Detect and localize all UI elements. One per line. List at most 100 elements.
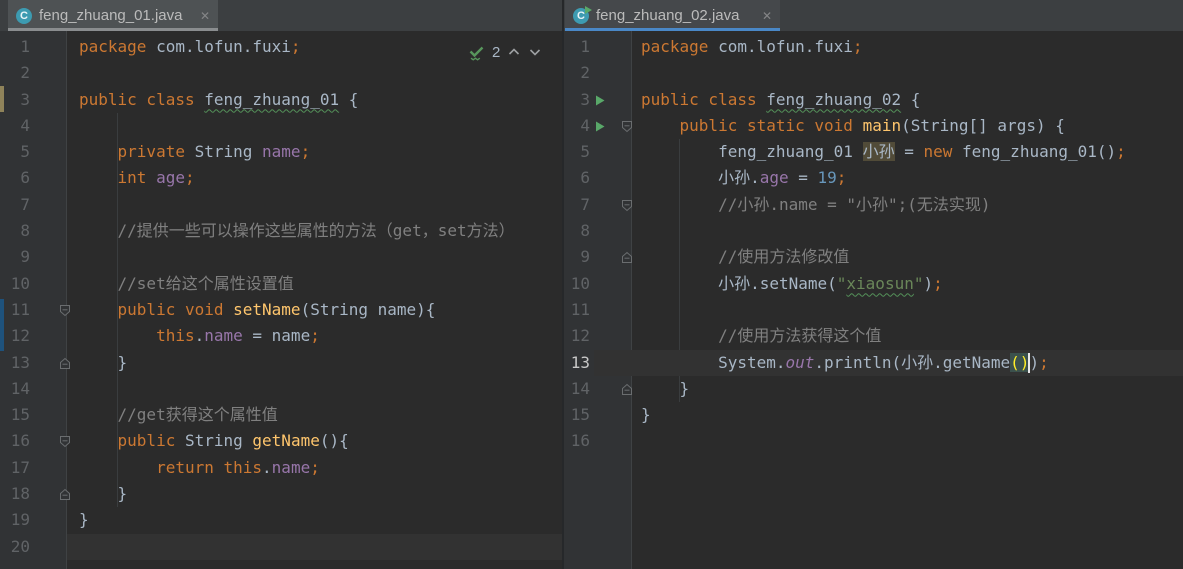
code-line[interactable]: 6 小孙.age = 19; xyxy=(564,165,1183,191)
code-line[interactable]: 7 xyxy=(0,192,562,218)
fold-expand-icon[interactable] xyxy=(59,357,71,370)
fold-expand-icon[interactable] xyxy=(621,383,633,396)
fold-collapse-icon[interactable] xyxy=(59,435,71,448)
code-line[interactable]: 12 this.name = name; xyxy=(0,323,562,349)
code-line[interactable]: 16 public String getName(){ xyxy=(0,428,562,454)
fold-gutter-button[interactable] xyxy=(59,304,71,317)
line-number[interactable]: 15 xyxy=(4,402,30,428)
line-number[interactable]: 14 xyxy=(568,376,590,402)
code-line[interactable]: 17 return this.name; xyxy=(0,455,562,481)
line-number[interactable]: 19 xyxy=(4,507,30,533)
line-number[interactable]: 3 xyxy=(4,87,30,113)
inspection-widget[interactable]: 2 xyxy=(468,42,542,62)
code-line[interactable]: 7 //小孙.name = "小孙";(无法实现) xyxy=(564,192,1183,218)
line-number[interactable]: 11 xyxy=(4,297,30,323)
line-number[interactable]: 12 xyxy=(568,323,590,349)
run-gutter-button[interactable] xyxy=(595,121,605,132)
line-number[interactable]: 9 xyxy=(568,244,590,270)
code-line[interactable]: 12 //使用方法获得这个值 xyxy=(564,323,1183,349)
code-line[interactable]: 18 } xyxy=(0,481,562,507)
tab-feng-zhuang-02[interactable]: C feng_zhuang_02.java ✕ xyxy=(565,0,780,31)
line-number[interactable]: 5 xyxy=(568,139,590,165)
line-number[interactable]: 16 xyxy=(4,428,30,454)
code-line[interactable]: 5 feng_zhuang_01 小孙 = new feng_zhuang_01… xyxy=(564,139,1183,165)
line-number[interactable]: 9 xyxy=(4,244,30,270)
code-line[interactable]: 10 小孙.setName("xiaosun"); xyxy=(564,271,1183,297)
code-line[interactable]: 9 xyxy=(0,244,562,270)
code-line[interactable]: 19} xyxy=(0,507,562,533)
code-line[interactable]: 11 public void setName(String name){ xyxy=(0,297,562,323)
run-icon[interactable] xyxy=(595,95,605,106)
line-number[interactable]: 5 xyxy=(4,139,30,165)
fold-expand-icon[interactable] xyxy=(59,488,71,501)
fold-expand-icon[interactable] xyxy=(621,251,633,264)
line-number[interactable]: 4 xyxy=(568,113,590,139)
code-line[interactable]: 15} xyxy=(564,402,1183,428)
code-line[interactable]: 16 xyxy=(564,428,1183,454)
line-number[interactable]: 7 xyxy=(568,192,590,218)
line-number[interactable]: 11 xyxy=(568,297,590,323)
line-number[interactable]: 10 xyxy=(4,271,30,297)
split-divider[interactable] xyxy=(562,0,564,569)
line-number[interactable]: 13 xyxy=(4,350,30,376)
code-line[interactable]: 14 } xyxy=(564,376,1183,402)
line-number[interactable]: 16 xyxy=(568,428,590,454)
chevron-up-icon[interactable] xyxy=(507,45,521,59)
editor-pane-right[interactable]: 1 package com.lofun.fuxi; 2 3 public class f… xyxy=(564,31,1183,569)
line-number[interactable]: 4 xyxy=(4,113,30,139)
run-gutter-button[interactable] xyxy=(595,95,605,106)
code-line[interactable]: 4 xyxy=(0,113,562,139)
fold-collapse-icon[interactable] xyxy=(621,199,633,212)
line-number[interactable]: 10 xyxy=(568,271,590,297)
code-line[interactable]: 3 public class feng_zhuang_02 { xyxy=(564,87,1183,113)
fold-collapse-icon[interactable] xyxy=(59,304,71,317)
code-line[interactable]: 8 //提供一些可以操作这些属性的方法（get，set方法） xyxy=(0,218,562,244)
fold-gutter-button[interactable] xyxy=(621,383,633,396)
line-number[interactable]: 3 xyxy=(568,87,590,113)
code-line[interactable]: 4 public static void main(String[] args)… xyxy=(564,113,1183,139)
code-line[interactable]: 9 //使用方法修改值 xyxy=(564,244,1183,270)
fold-gutter-button[interactable] xyxy=(621,199,633,212)
line-number[interactable]: 14 xyxy=(4,376,30,402)
code-line[interactable]: 2 xyxy=(564,60,1183,86)
code-line[interactable]: 6 int age; xyxy=(0,165,562,191)
line-number[interactable]: 1 xyxy=(4,34,30,60)
code-line[interactable]: 5 private String name; xyxy=(0,139,562,165)
close-icon[interactable]: ✕ xyxy=(200,10,210,22)
line-number[interactable]: 2 xyxy=(4,60,30,86)
fold-gutter-button[interactable] xyxy=(59,488,71,501)
fold-gutter-button[interactable] xyxy=(59,357,71,370)
fold-gutter-button[interactable] xyxy=(621,251,633,264)
close-icon[interactable]: ✕ xyxy=(762,10,772,22)
line-number[interactable]: 17 xyxy=(4,455,30,481)
editor-pane-left[interactable]: 1 package com.lofun.fuxi; 2 3 public class f… xyxy=(0,31,562,569)
line-number[interactable]: 15 xyxy=(568,402,590,428)
line-number[interactable]: 1 xyxy=(568,34,590,60)
code-line[interactable]: 1 package com.lofun.fuxi; xyxy=(564,34,1183,60)
tab-feng-zhuang-01[interactable]: C feng_zhuang_01.java ✕ xyxy=(8,0,218,31)
line-number[interactable]: 8 xyxy=(568,218,590,244)
fold-collapse-icon[interactable] xyxy=(621,120,633,133)
code-line[interactable]: 2 xyxy=(0,60,562,86)
code-line[interactable]: 3 public class feng_zhuang_01 { xyxy=(0,87,562,113)
line-number[interactable]: 6 xyxy=(4,165,30,191)
code-line[interactable]: 13 } xyxy=(0,350,562,376)
chevron-down-icon[interactable] xyxy=(528,45,542,59)
line-number[interactable]: 18 xyxy=(4,481,30,507)
run-icon[interactable] xyxy=(595,121,605,132)
code-line[interactable]: 11 xyxy=(564,297,1183,323)
code-line[interactable]: 13 System.out.println(小孙.getName()); xyxy=(564,349,1183,376)
line-number[interactable]: 2 xyxy=(568,60,590,86)
code-line[interactable]: 10 //set给这个属性设置值 xyxy=(0,271,562,297)
line-number[interactable]: 20 xyxy=(4,534,30,560)
code-line[interactable]: 14 xyxy=(0,376,562,402)
fold-gutter-button[interactable] xyxy=(621,120,633,133)
code-line[interactable]: 8 xyxy=(564,218,1183,244)
line-number[interactable]: 8 xyxy=(4,218,30,244)
line-number[interactable]: 12 xyxy=(4,323,30,349)
line-number[interactable]: 6 xyxy=(568,165,590,191)
code-line[interactable]: 15 //get获得这个属性值 xyxy=(0,402,562,428)
line-number[interactable]: 7 xyxy=(4,192,30,218)
line-number[interactable]: 13 xyxy=(568,350,590,376)
code-line[interactable]: 20 xyxy=(0,533,562,560)
